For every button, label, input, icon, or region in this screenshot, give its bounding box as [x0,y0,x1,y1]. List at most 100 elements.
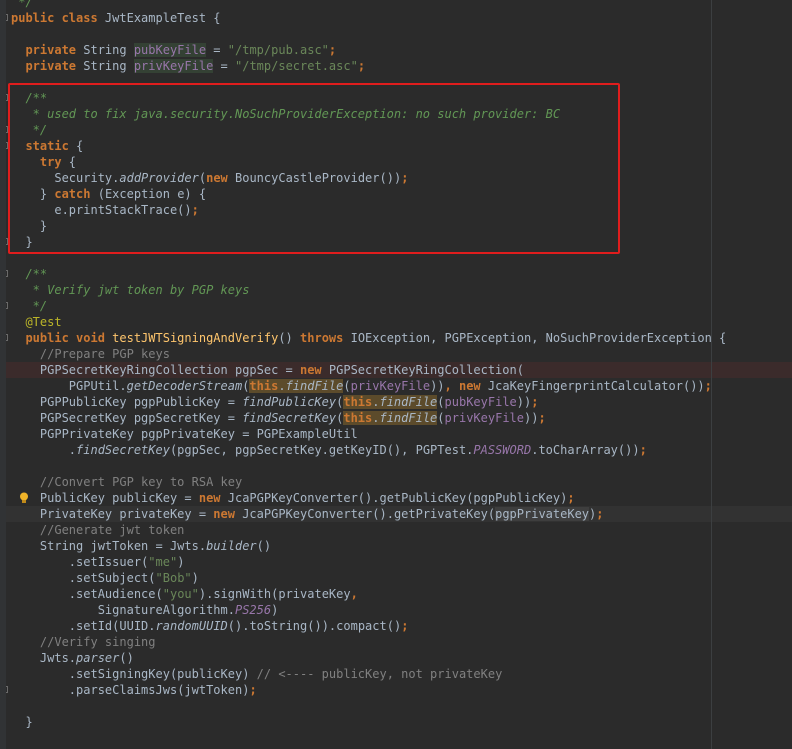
code-line[interactable]: * Verify jwt token by PGP keys [0,282,792,298]
code-line[interactable]: PGPPublicKey pgpPublicKey = findPublicKe… [0,394,792,410]
code-token: ( [155,587,163,601]
code-line[interactable]: .setAudience("you").signWith(privateKey, [0,586,792,602]
code-line[interactable]: //Prepare PGP keys [0,346,792,362]
code-line[interactable]: } catch (Exception e) { [0,186,792,202]
code-token: new [198,491,228,505]
code-line[interactable]: .setId(UUID.randomUUID().toString()).com… [0,618,792,634]
code-line[interactable]: } [0,234,792,250]
code-text: } catch (Exception e) { [11,186,206,202]
code-token: this [343,411,373,425]
code-line[interactable]: /** [0,90,792,106]
code-token: parseClaimsJws [76,683,178,697]
code-text: //Convert PGP key to RSA key [11,474,242,490]
code-line[interactable]: private String privKeyFile = "/tmp/secre… [0,58,792,74]
code-line[interactable]: */ [0,298,792,314]
code-line[interactable]: String jwtToken = Jwts.builder() [0,538,792,554]
code-line[interactable] [0,458,792,474]
code-line[interactable]: } [0,714,792,730]
code-line[interactable]: //Generate jwt token [0,522,792,538]
code-line[interactable] [0,74,792,90]
code-line[interactable]: try { [0,154,792,170]
code-text: * Verify jwt token by PGP keys [11,282,250,298]
code-line[interactable]: .setSubject("Bob") [0,570,792,586]
code-token: JcaPGPKeyConverter [242,507,373,521]
code-line[interactable]: @Test [0,314,792,330]
code-line[interactable]: PGPUtil.getDecoderStream(this.findFile(p… [0,378,792,394]
code-line[interactable]: Security.addProvider(new BouncyCastlePro… [0,170,792,186]
code-line[interactable]: PublicKey publicKey = new JcaPGPKeyConve… [0,490,792,506]
code-token: public class [11,11,105,25]
code-line[interactable]: .parseClaimsJws(jwtToken); [0,682,792,698]
code-token: PGPPrivateKey pgpPrivateKey = PGPExample… [11,427,358,441]
code-line[interactable]: PrivateKey privateKey = new JcaPGPKeyCon… [0,506,792,522]
code-token: throws [300,331,351,345]
code-token: try [11,155,69,169]
code-line[interactable]: /** [0,266,792,282]
code-token: public void [11,331,113,345]
code-token: ; [401,171,409,185]
code-token: toString [249,619,308,633]
code-token: ()) [682,379,705,393]
code-token: BouncyCastleProvider [235,171,380,185]
code-token: String jwtToken = Jwts. [11,539,207,553]
code-token: ; [596,507,604,521]
code-token: findFile [285,379,344,393]
code-line[interactable]: PGPSecretKeyRingCollection pgpSec = new … [0,362,792,378]
code-token: { [68,155,77,169]
code-line[interactable]: PGPSecretKey pgpSecretKey = findSecretKe… [0,410,792,426]
code-line[interactable]: * used to fix java.security.NoSuchProvid… [0,106,792,122]
code-line[interactable] [0,698,792,714]
code-text: .setId(UUID.randomUUID().toString()).com… [11,618,409,634]
code-token: "me" [148,555,178,569]
code-text: .parseClaimsJws(jwtToken); [11,682,257,698]
code-text: /** [11,90,47,106]
code-token: privKeyFile [350,379,431,393]
code-line[interactable]: */ [0,0,792,10]
code-token: ( [487,507,496,521]
code-token: . [11,683,77,697]
code-line[interactable] [0,26,792,42]
code-line[interactable]: Jwts.parser() [0,650,792,666]
code-line[interactable]: static { [0,138,792,154]
code-token: ( [198,171,207,185]
code-line[interactable]: } [0,218,792,234]
code-text: //Prepare PGP keys [11,346,170,362]
lightbulb-icon[interactable] [19,492,29,504]
code-line[interactable]: //Convert PGP key to RSA key [0,474,792,490]
code-text: } [11,714,32,730]
code-token: { [206,11,221,25]
code-line[interactable] [0,250,792,266]
code-line[interactable]: .findSecretKey(pgpSec, pgpSecretKey.getK… [0,442,792,458]
code-token: () [119,651,134,665]
code-line[interactable]: PGPPrivateKey pgpPrivateKey = PGPExample… [0,426,792,442]
code-text: PGPPrivateKey pgpPrivateKey = PGPExample… [11,426,358,442]
code-line[interactable]: .setSigningKey(publicKey) // <---- publi… [0,666,792,682]
code-token: (UUID. [112,619,156,633]
code-line[interactable]: private String pubKeyFile = "/tmp/pub.as… [0,42,792,58]
code-token: //Prepare PGP keys [11,347,170,361]
code-text: Security.addProvider(new BouncyCastlePro… [11,170,408,186]
code-token: /** [11,91,48,105]
code-line[interactable]: public class JwtExampleTest { [0,10,792,26]
code-text: private String pubKeyFile = "/tmp/pub.as… [11,42,336,58]
code-line[interactable]: SignatureAlgorithm.PS256) [0,602,792,618]
code-token: } [11,219,48,233]
code-editor[interactable]: */public class JwtExampleTest { private … [0,0,792,749]
code-line[interactable]: .setIssuer("me") [0,554,792,570]
code-token: Security. [11,171,120,185]
code-token: ( [148,571,156,585]
code-token: private [11,43,84,57]
code-line[interactable]: */ [0,122,792,138]
code-line[interactable]: e.printStackTrace(); [0,202,792,218]
code-token: JwtExampleTest [104,11,207,25]
code-line[interactable]: public void testJWTSigningAndVerify() th… [0,330,792,346]
code-line[interactable]: //Verify singing [0,634,792,650]
code-token: PGPSecretKeyRingCollection pgpSec = [11,363,300,377]
code-text: Jwts.parser() [11,650,134,666]
code-token: pubKeyFile [133,43,207,57]
code-text: //Generate jwt token [11,522,185,538]
code-token: ) [271,603,279,617]
code-token: //Verify singing [11,635,156,649]
code-token: ; [249,683,257,697]
code-token: * used to fix java.security.NoSuchProvid… [11,107,561,121]
